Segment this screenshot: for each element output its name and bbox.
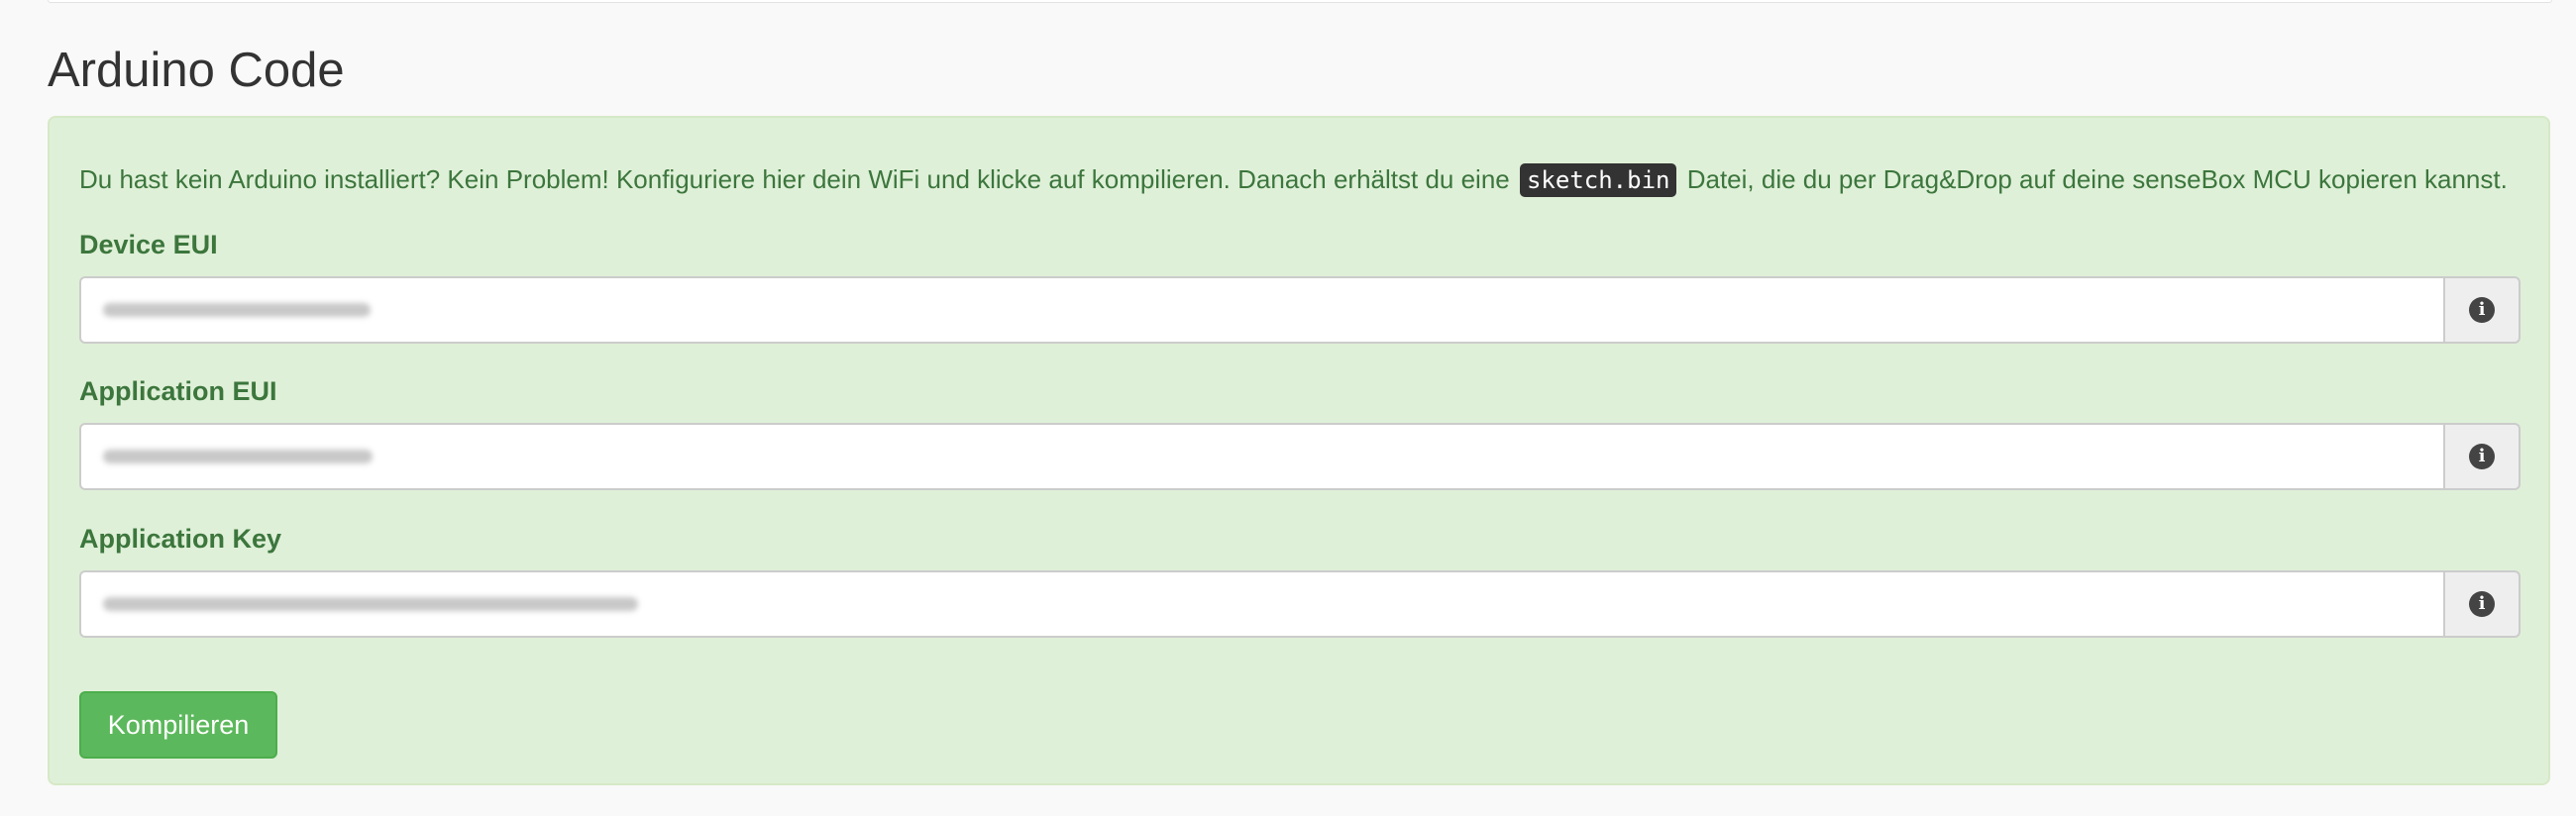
info-circle-icon: i	[2469, 591, 2495, 617]
intro-text-before: Du hast kein Arduino installiert? Kein P…	[79, 164, 1510, 194]
device-eui-input-wrapper	[79, 276, 2443, 344]
application-key-label: Application Key	[79, 524, 282, 554]
info-circle-icon: i	[2469, 297, 2495, 323]
application-eui-input[interactable]	[81, 425, 2443, 488]
info-circle-icon: i	[2469, 444, 2495, 469]
previous-panel-edge	[48, 0, 2552, 3]
device-eui-input-group: i	[79, 276, 2521, 344]
device-eui-info-button[interactable]: i	[2443, 276, 2521, 344]
application-key-input-wrapper	[79, 570, 2443, 638]
intro-text-after: Datei, die du per Drag&Drop auf deine se…	[1686, 164, 2508, 194]
application-eui-label: Application EUI	[79, 376, 277, 406]
application-eui-info-button[interactable]: i	[2443, 423, 2521, 490]
intro-text: Du hast kein Arduino installiert? Kein P…	[79, 163, 2526, 197]
section-title: Arduino Code	[48, 44, 345, 97]
device-eui-label: Device EUI	[79, 230, 218, 259]
application-eui-input-wrapper	[79, 423, 2443, 490]
sketch-filename-code: sketch.bin	[1519, 163, 1677, 197]
compile-button[interactable]: Kompilieren	[79, 691, 277, 759]
device-eui-input[interactable]	[81, 278, 2443, 342]
application-key-info-button[interactable]: i	[2443, 570, 2521, 638]
application-key-input[interactable]	[81, 572, 2443, 636]
application-eui-input-group: i	[79, 423, 2521, 490]
arduino-code-panel: Du hast kein Arduino installiert? Kein P…	[48, 116, 2550, 785]
application-key-input-group: i	[79, 570, 2521, 638]
